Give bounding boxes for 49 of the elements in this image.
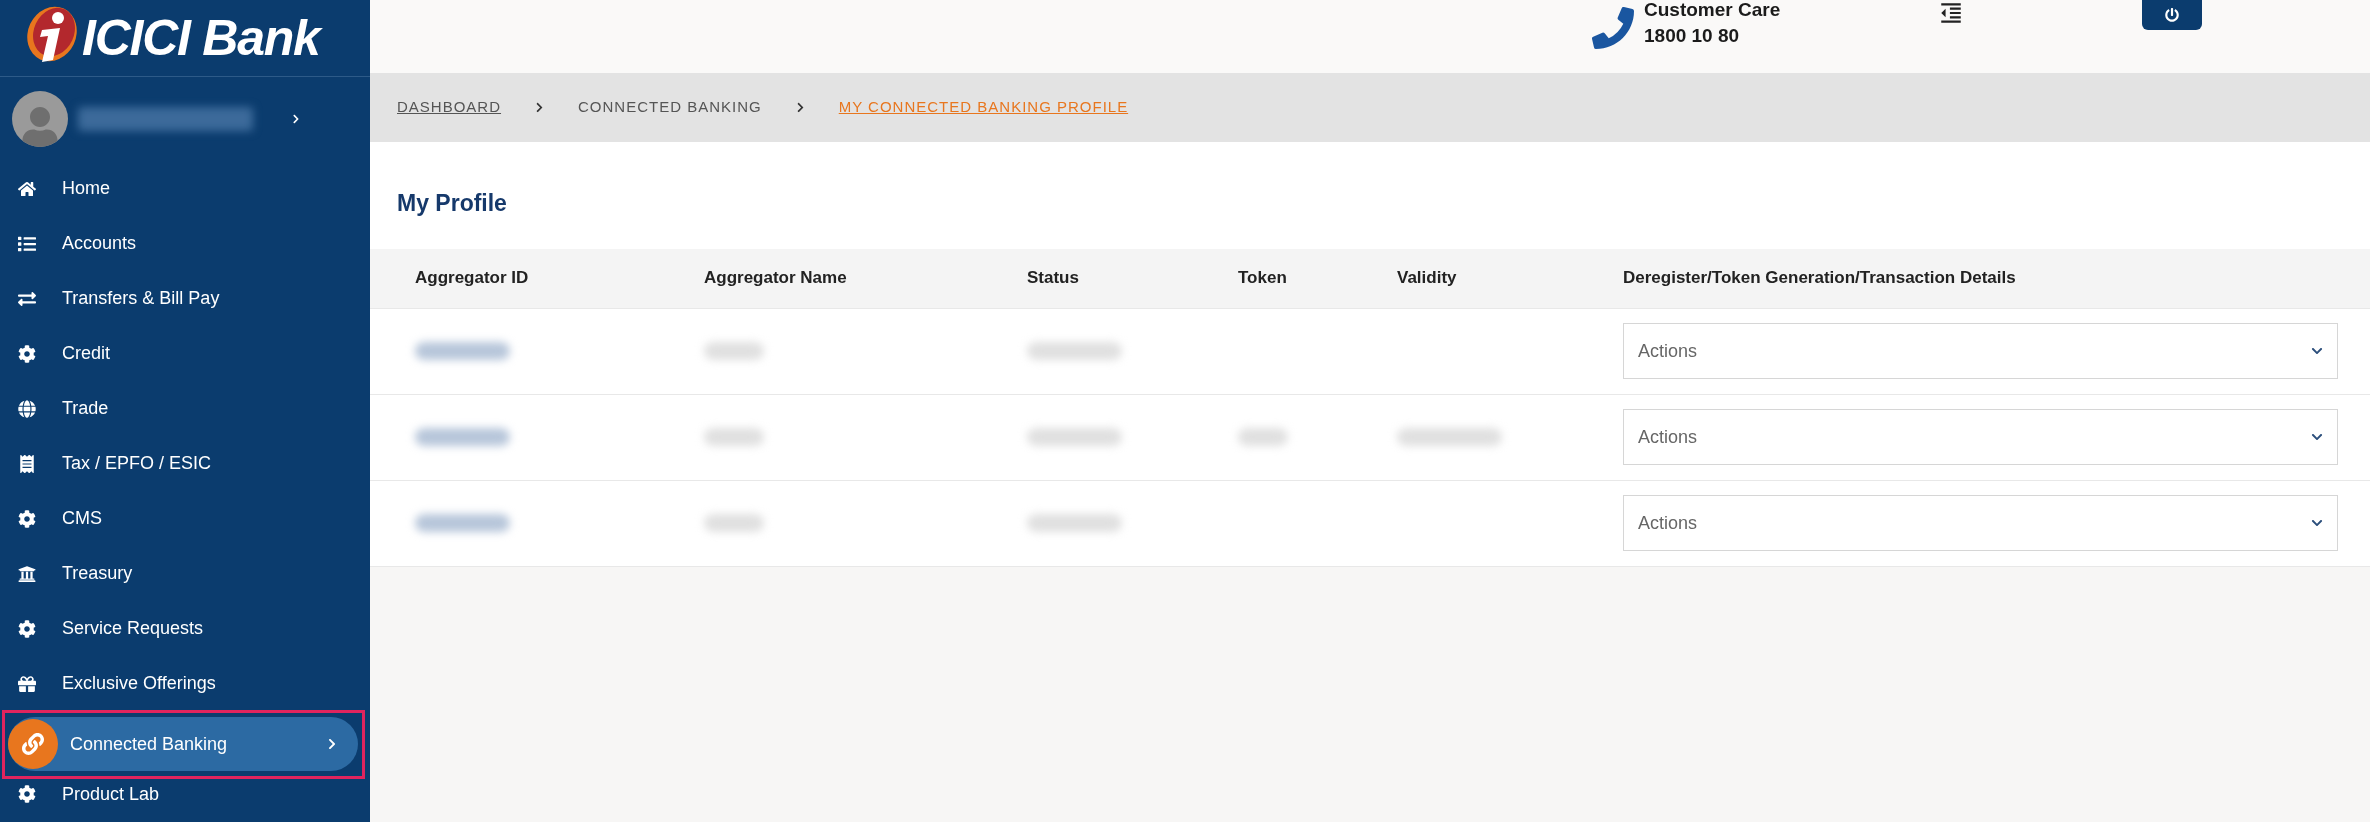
chevron-down-icon (2311, 517, 2323, 529)
gear-icon (18, 619, 36, 638)
home-icon (18, 179, 36, 198)
receipt-icon (18, 454, 36, 473)
sidebar-item[interactable]: Trade (0, 381, 370, 437)
globe-icon (18, 399, 36, 418)
sidebar-item[interactable]: CMS (0, 491, 370, 547)
logout-button[interactable] (2142, 0, 2203, 30)
phone-icon (1592, 7, 1634, 49)
sidebar-item[interactable]: Accounts (0, 216, 370, 272)
exchange-icon (18, 289, 36, 308)
sidebar-item[interactable]: Exclusive Offerings (0, 656, 370, 712)
blurred-cell-value (704, 342, 764, 360)
customer-care-number: 1800 10 80 (1644, 24, 1741, 48)
link-icon (8, 719, 58, 770)
sidebar-item[interactable]: Service Requests (0, 601, 370, 657)
blurred-cell-value (1238, 428, 1288, 446)
customer-care-label: Customer Care (1644, 0, 1781, 22)
actions-dropdown[interactable]: Actions (1623, 495, 2338, 551)
page-title: My Profile (396, 189, 508, 218)
sidebar-item[interactable]: Transfers & Bill Pay (0, 271, 370, 327)
column-header: Token (1238, 267, 1288, 290)
chevron-right-icon[interactable] (291, 114, 301, 125)
actions-dropdown[interactable]: Actions (1623, 409, 2338, 465)
sidebar-item[interactable]: Treasury (0, 546, 370, 602)
chevron-down-icon (2311, 431, 2323, 443)
chevron-right-icon (326, 738, 338, 751)
bank-icon (18, 564, 36, 583)
actions-dropdown[interactable]: Actions (1623, 323, 2338, 379)
blurred-cell-value (704, 514, 764, 532)
gear-icon (18, 509, 36, 528)
column-header: Validity (1397, 267, 1458, 290)
column-header: Aggregator Name (704, 267, 848, 290)
sidebar-item[interactable]: Home (0, 161, 370, 217)
blurred-cell-value (704, 428, 764, 446)
column-header: Aggregator ID (415, 267, 530, 290)
gift-icon (18, 674, 36, 693)
list-icon (18, 234, 36, 253)
gear-icon (18, 344, 36, 363)
sidebar-item[interactable]: Connected Banking (8, 717, 358, 772)
column-header: Status (1027, 267, 1080, 290)
column-header: Deregister/Token Generation/Transaction Details (1623, 267, 2017, 290)
sidebar-item[interactable]: Tax / EPFO / ESIC (0, 436, 370, 492)
power-icon (2165, 8, 2180, 22)
chevron-down-icon (2311, 345, 2323, 357)
sidebar-item[interactable]: Credit (0, 326, 370, 382)
breadcrumb-link[interactable]: DASHBOARD (397, 96, 502, 119)
gear-icon (18, 785, 36, 804)
breadcrumb-link[interactable]: CONNECTED BANKING (578, 96, 762, 119)
